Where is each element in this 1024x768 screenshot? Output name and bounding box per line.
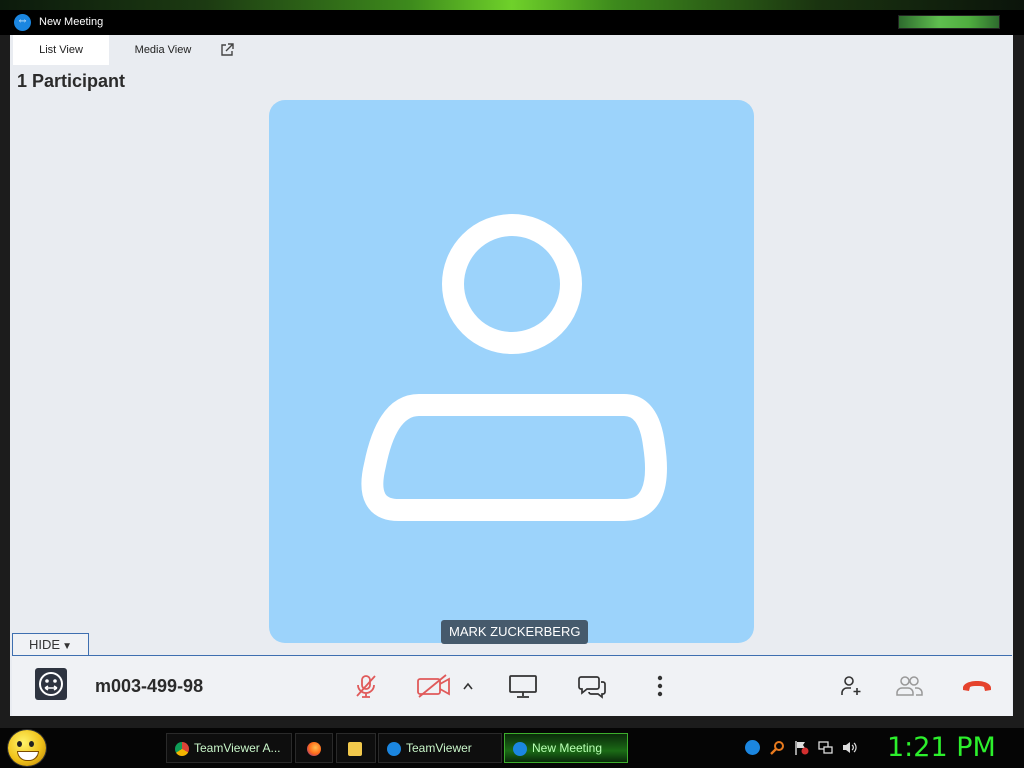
hang-up-icon [963,681,991,691]
chat-button[interactable] [575,670,609,702]
chevron-down-icon: ▼ [62,641,72,652]
folder-icon [348,741,362,756]
microphone-button[interactable] [349,670,383,702]
chevron-up-icon [463,682,473,690]
participant-count: 1 Participant [17,71,126,91]
participants-button[interactable] [892,670,926,702]
teamviewer-icon [387,741,401,756]
meeting-control-bar: m003-499-98 [12,655,1012,716]
taskbar-item-teamviewer[interactable]: TeamViewer [378,733,502,763]
window-title: New Meeting [39,16,104,28]
camera-options-button[interactable] [460,670,476,702]
taskbar-item-firefox[interactable] [295,733,333,763]
task-label: TeamViewer A... [194,741,281,755]
view-tabs: List View Media View [13,35,1013,65]
network-icon[interactable] [818,740,833,755]
task-label: TeamViewer [406,741,472,755]
participant-name-label: MARK ZUCKERBERG [441,620,589,644]
volume-icon[interactable] [842,740,857,755]
teamviewer-app-icon [14,13,31,31]
firefox-icon [307,741,321,756]
microphone-muted-icon [356,675,376,698]
hide-label: HIDE [29,637,61,652]
chat-icon [578,676,606,699]
meeting-id: m003-499-98 [95,676,204,696]
camera-off-icon [417,674,450,698]
chrome-icon [175,741,189,756]
more-vertical-icon [657,675,663,697]
tab-media-view[interactable]: Media View [123,35,203,65]
taskbar-item-new-meeting[interactable]: New Meeting [504,733,628,763]
teamviewer-icon [513,741,527,756]
taskbar-item-file-explorer[interactable] [336,733,376,763]
camera-button[interactable] [414,670,454,702]
share-screen-button[interactable] [506,670,540,702]
title-bar[interactable]: New Meeting [0,10,1024,35]
participants-icon [896,676,923,696]
meeting-logo-icon [35,668,67,700]
more-options-button[interactable] [643,670,677,702]
taskbar-clock[interactable]: 1:21 PM [887,732,996,763]
meeting-content: List View Media View 1 Participant MARK … [10,35,1013,716]
taskbar-item-teamviewer-chrome[interactable]: TeamViewer A... [166,733,292,763]
tab-list-view[interactable]: List View [13,35,109,65]
desktop-top-strip [0,0,1024,10]
task-label: New Meeting [532,741,603,755]
popout-icon[interactable] [220,43,234,57]
add-user-icon [841,676,861,695]
participant-video-tile[interactable] [269,100,754,643]
hide-panel-button[interactable]: HIDE ▼ [12,633,89,656]
monitor-icon [509,675,537,698]
search-icon[interactable] [770,740,785,755]
teamviewer-tray-icon[interactable] [745,740,760,755]
end-call-button[interactable] [960,670,994,702]
taskbar: TeamViewer A... TeamViewer New Meeting 1… [0,728,1024,768]
meeting-window: New Meeting List View Media View 1 Parti… [0,10,1024,728]
avatar-placeholder-icon [361,214,667,521]
action-center-flag-icon[interactable] [794,740,809,755]
start-button-smiley-icon[interactable] [8,730,46,766]
window-controls[interactable] [898,15,1000,29]
invite-participant-button[interactable] [834,670,868,702]
